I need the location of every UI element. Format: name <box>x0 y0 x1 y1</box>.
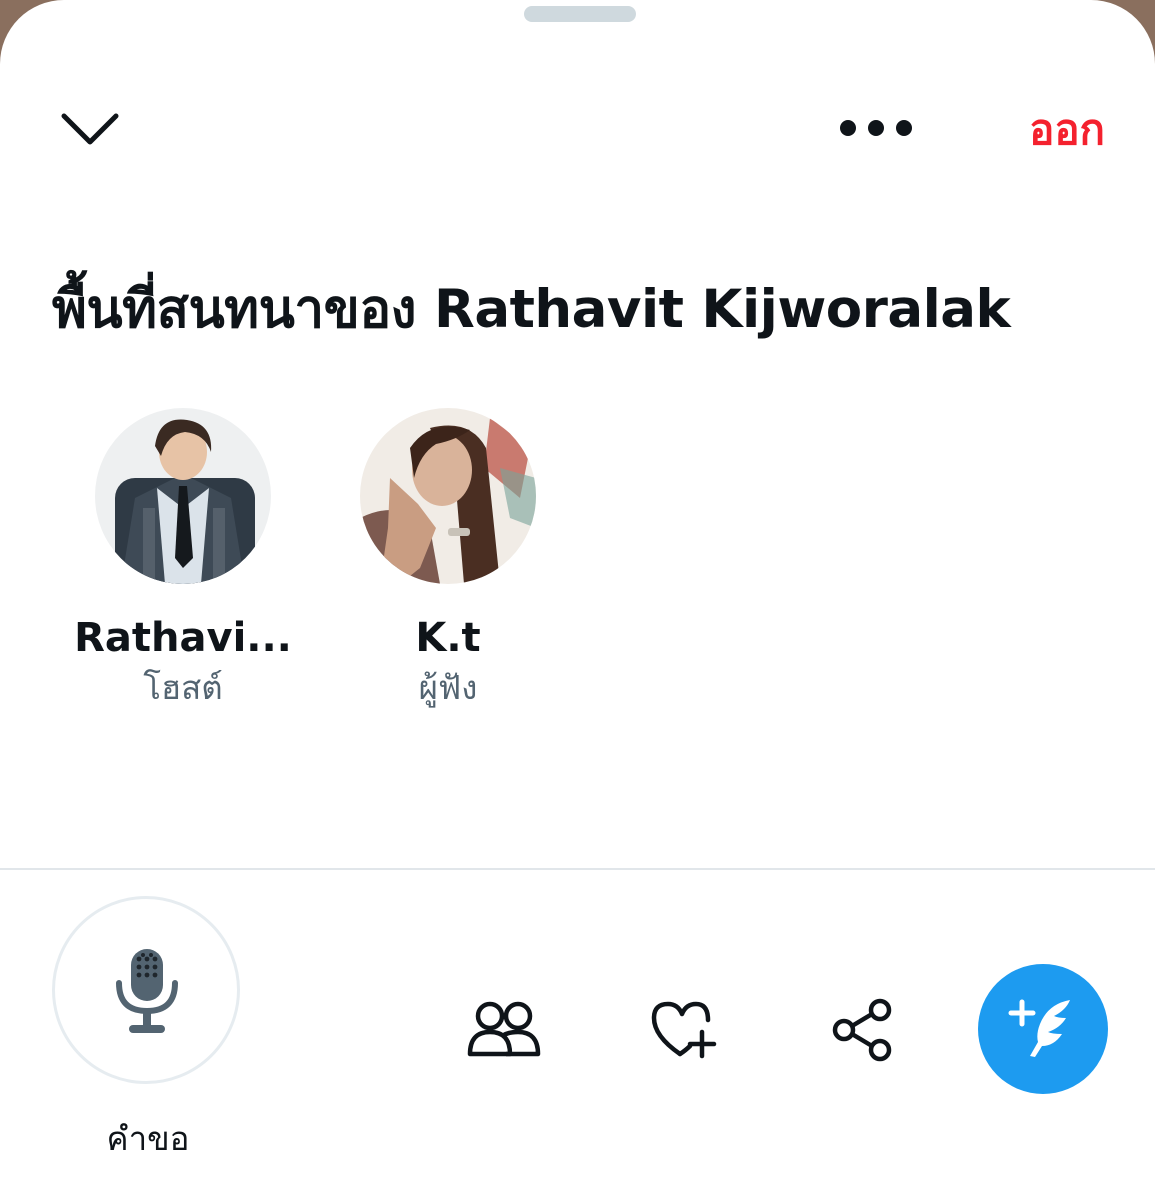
divider <box>0 868 1155 870</box>
request-mic-label: คำขอ <box>106 1119 190 1158</box>
heart-plus-icon[interactable] <box>646 996 722 1064</box>
compose-button[interactable] <box>978 964 1108 1094</box>
space-sheet: ออก พื้นที่สนทนาของ Rathavit Kijworalak … <box>0 0 1155 1200</box>
participant-listener[interactable]: K.t ผู้ฟัง <box>318 408 578 710</box>
leave-button[interactable]: ออก <box>1029 100 1105 160</box>
chevron-down-icon[interactable] <box>58 104 122 152</box>
participant-name: Rathavi... <box>74 615 292 661</box>
more-horizontal-icon[interactable] <box>836 110 916 146</box>
avatar <box>95 408 271 584</box>
sheet-grabber[interactable] <box>524 6 636 22</box>
compose-feather-icon <box>1008 999 1070 1057</box>
space-title: พื้นที่สนทนาของ Rathavit Kijworalak <box>52 279 1011 340</box>
participant-host[interactable]: Rathavi... โฮสต์ <box>53 408 313 710</box>
people-icon[interactable] <box>466 996 542 1064</box>
avatar <box>360 408 536 584</box>
participant-name: K.t <box>415 615 481 661</box>
share-icon[interactable] <box>828 996 904 1064</box>
request-mic-button[interactable] <box>52 896 240 1084</box>
microphone-icon <box>116 949 178 1033</box>
participants-list: Rathavi... โฮสต์ K.t ผู้ฟัง <box>0 408 1155 728</box>
participant-role: ผู้ฟัง <box>418 668 478 707</box>
participant-role: โฮสต์ <box>143 668 223 707</box>
